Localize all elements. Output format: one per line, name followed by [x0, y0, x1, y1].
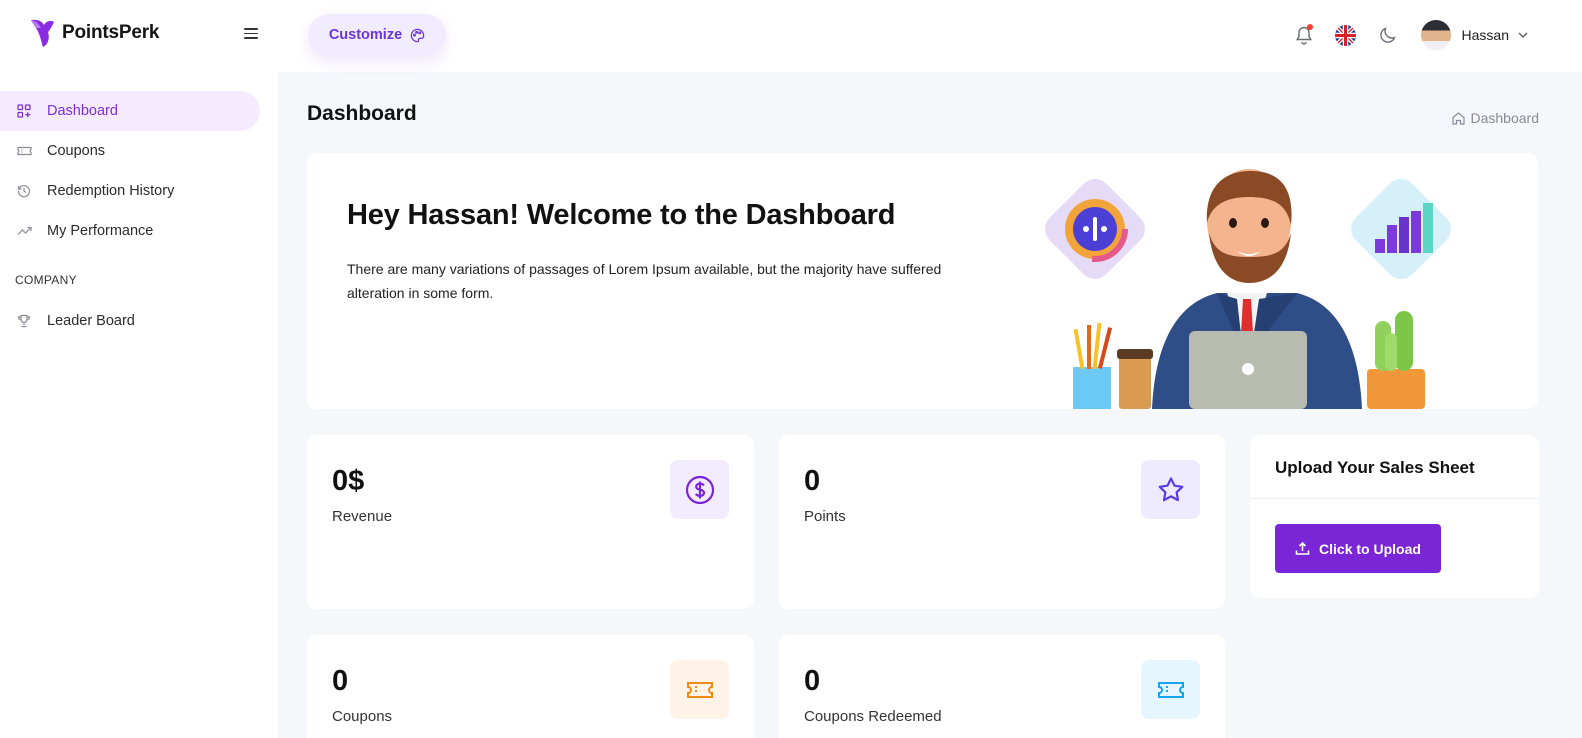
- moon-icon: [1379, 27, 1396, 43]
- customize-label: Customize: [328, 27, 403, 43]
- welcome-text: There are many variations of passages of…: [347, 261, 942, 301]
- sidebar-item-leader-board[interactable]: Leader Board: [0, 301, 260, 341]
- sidebar-item-label: Redemption History: [47, 183, 175, 199]
- page-title: Dashboard: [307, 102, 417, 125]
- breadcrumb: Dashboard: [1451, 110, 1540, 126]
- customize-button[interactable]: Customize: [308, 14, 446, 56]
- top-header: Customize Hassan: [278, 0, 1582, 72]
- chevron-down-icon[interactable]: [1518, 32, 1528, 38]
- uk-flag-icon: [1335, 24, 1357, 46]
- sidebar: PointsPerk Dashboard Coupons Redemption …: [0, 0, 278, 738]
- header-actions: Hassan: [1273, 20, 1528, 50]
- notification-dot: [1306, 24, 1313, 30]
- sidebar-item-label: Coupons: [47, 143, 106, 159]
- coupons-redeemed-value: 0: [804, 665, 821, 697]
- home-icon[interactable]: [1451, 111, 1466, 126]
- ticket-icon: [16, 143, 32, 159]
- theme-toggle-button[interactable]: [1377, 24, 1399, 46]
- points-value: 0: [804, 465, 821, 497]
- brand-name: PointsPerk: [62, 22, 160, 43]
- grid-plus-icon: [16, 103, 32, 119]
- sidebar-item-dashboard[interactable]: Dashboard: [0, 91, 260, 131]
- dollar-circle-icon: [670, 460, 729, 519]
- welcome-banner: Hey Hassan! Welcome to the Dashboard The…: [307, 153, 1538, 409]
- trophy-icon: [16, 313, 32, 329]
- brand[interactable]: PointsPerk: [28, 18, 159, 48]
- user-name[interactable]: Hassan: [1462, 27, 1509, 43]
- sidebar-item-label: My Performance: [47, 223, 154, 239]
- notifications-button[interactable]: [1293, 24, 1315, 46]
- sidebar-item-my-performance[interactable]: My Performance: [0, 211, 260, 251]
- points-label: Points: [804, 508, 846, 525]
- sidebar-item-redemption-history[interactable]: Redemption History: [0, 171, 260, 211]
- sidebar-section-company: COMPANY: [15, 273, 77, 287]
- coupons-redeemed-card: 0 Coupons Redeemed: [779, 635, 1225, 738]
- revenue-label: Revenue: [332, 508, 393, 525]
- sidebar-item-label: Dashboard: [47, 103, 118, 119]
- avatar[interactable]: [1420, 20, 1451, 50]
- star-icon: [1141, 460, 1200, 519]
- upload-title: Upload Your Sales Sheet: [1275, 458, 1475, 477]
- sidebar-nav: Dashboard Coupons Redemption History My …: [0, 91, 260, 341]
- ticket-icon: [1141, 660, 1200, 719]
- breadcrumb-current[interactable]: Dashboard: [1471, 110, 1540, 126]
- trend-up-icon: [16, 223, 32, 239]
- brand-logo-icon: [31, 19, 54, 47]
- upload-button[interactable]: Click to Upload: [1275, 524, 1441, 573]
- coupons-redeemed-label: Coupons Redeemed: [804, 708, 942, 725]
- businessman-illustration: [1045, 169, 1451, 409]
- history-icon: [16, 183, 32, 199]
- upload-divider: [1250, 498, 1539, 499]
- upload-card: Upload Your Sales Sheet Click to Upload: [1250, 435, 1539, 598]
- upload-icon: [1295, 541, 1310, 555]
- revenue-value: 0$: [332, 465, 365, 497]
- coupons-value: 0: [332, 665, 349, 697]
- revenue-card: 0$ Revenue: [307, 435, 754, 609]
- ticket-icon: [670, 660, 729, 719]
- menu-toggle-icon[interactable]: [244, 28, 258, 40]
- points-card: 0 Points: [779, 435, 1225, 609]
- language-button[interactable]: [1335, 24, 1357, 46]
- sidebar-item-label: Leader Board: [47, 313, 135, 329]
- palette-icon: [410, 28, 425, 42]
- upload-button-label: Click to Upload: [1319, 540, 1421, 557]
- sidebar-item-coupons[interactable]: Coupons: [0, 131, 260, 171]
- coupons-card: 0 Coupons: [307, 635, 754, 738]
- welcome-heading: Hey Hassan! Welcome to the Dashboard: [347, 199, 896, 231]
- coupons-label: Coupons: [332, 708, 393, 725]
